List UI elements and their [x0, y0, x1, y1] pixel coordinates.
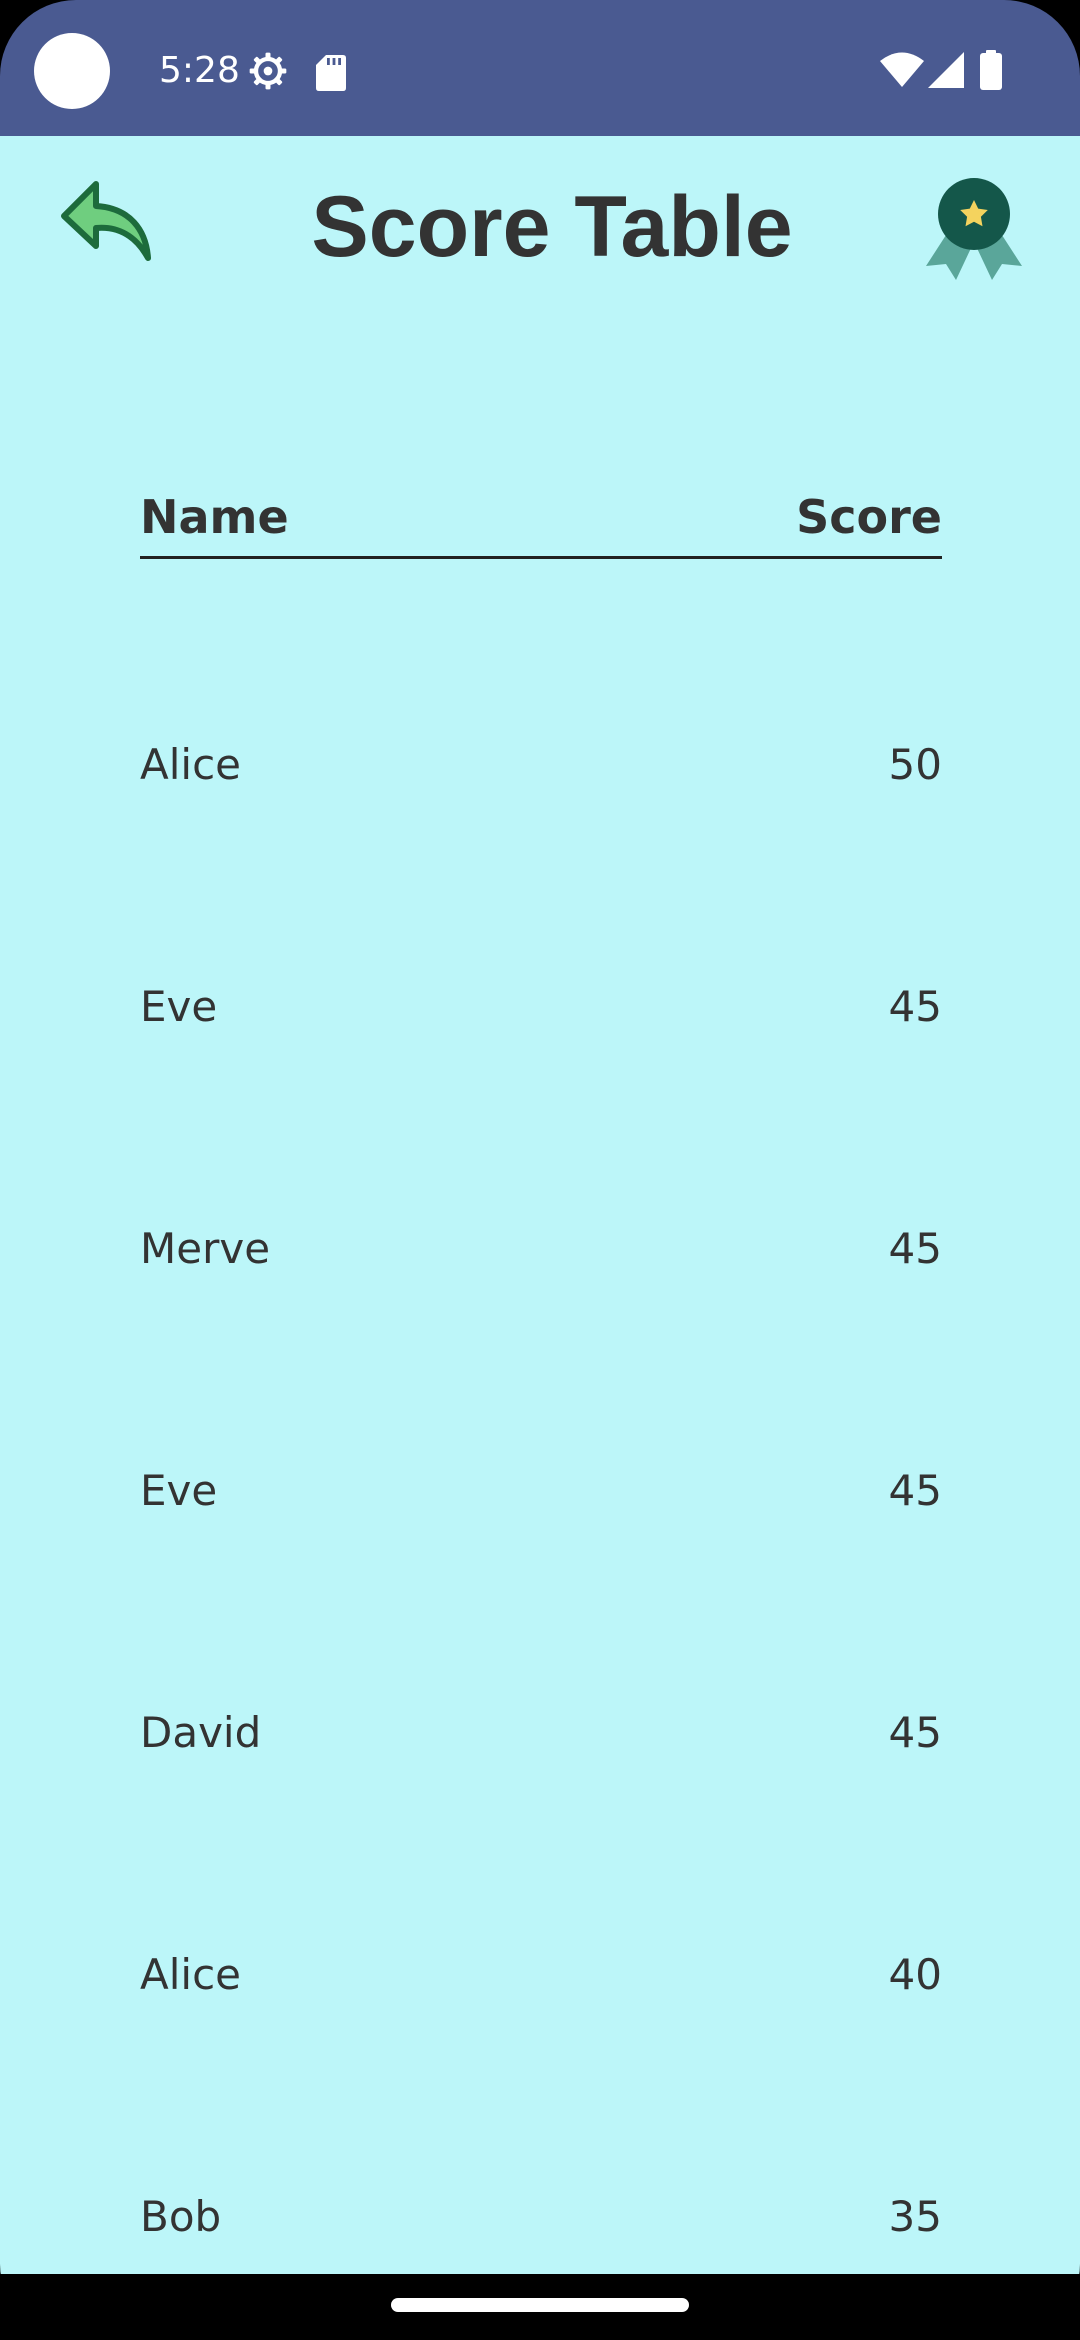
navigation-bar	[0, 2274, 1080, 2340]
table-row: David 45	[140, 1703, 942, 1763]
status-bar: 5:28	[0, 0, 1080, 136]
row-score: 45	[888, 982, 942, 1031]
award-badge-icon	[926, 178, 1022, 280]
column-header-score: Score	[796, 490, 942, 544]
row-name: Alice	[140, 1950, 242, 1999]
table-row: Alice 50	[140, 735, 942, 795]
wifi-icon	[880, 52, 924, 87]
row-name: Alice	[140, 740, 242, 789]
status-time: 5:28	[159, 50, 240, 91]
row-score: 40	[888, 1950, 942, 1999]
row-score: 45	[888, 1708, 942, 1757]
table-row: Bob 35	[140, 2187, 942, 2247]
row-score: 35	[888, 2192, 942, 2241]
row-name: Merve	[140, 1224, 271, 1273]
table-row: Eve 45	[140, 977, 942, 1037]
award-button[interactable]	[922, 176, 1026, 282]
row-name: David	[140, 1708, 262, 1757]
table-header-row: Name Score	[140, 486, 942, 559]
row-name: Eve	[140, 1466, 218, 1515]
row-score: 45	[888, 1466, 942, 1515]
table-row: Merve 45	[140, 1219, 942, 1279]
table-row: Eve 45	[140, 1461, 942, 1521]
sd-card-icon	[316, 55, 346, 91]
battery-icon	[980, 50, 1002, 90]
camera-cutout	[34, 33, 110, 109]
cell-signal-icon	[928, 52, 964, 88]
table-row: Alice 40	[140, 1945, 942, 2005]
settings-gear-icon	[249, 52, 287, 90]
row-name: Bob	[140, 2192, 222, 2241]
home-gesture-handle[interactable]	[391, 2298, 689, 2312]
row-score: 45	[888, 1224, 942, 1273]
page-title: Score Table	[311, 179, 793, 275]
score-table-screen: Score Table Name Score Alice 50 Eve 45 M…	[0, 136, 1080, 2274]
score-table-header: Name Score	[140, 486, 942, 559]
row-score: 50	[888, 740, 942, 789]
app-screen: 5:28 Score Table Name Score Alice 50 Eve…	[0, 0, 1080, 2340]
column-header-name: Name	[140, 490, 289, 544]
row-name: Eve	[140, 982, 218, 1031]
